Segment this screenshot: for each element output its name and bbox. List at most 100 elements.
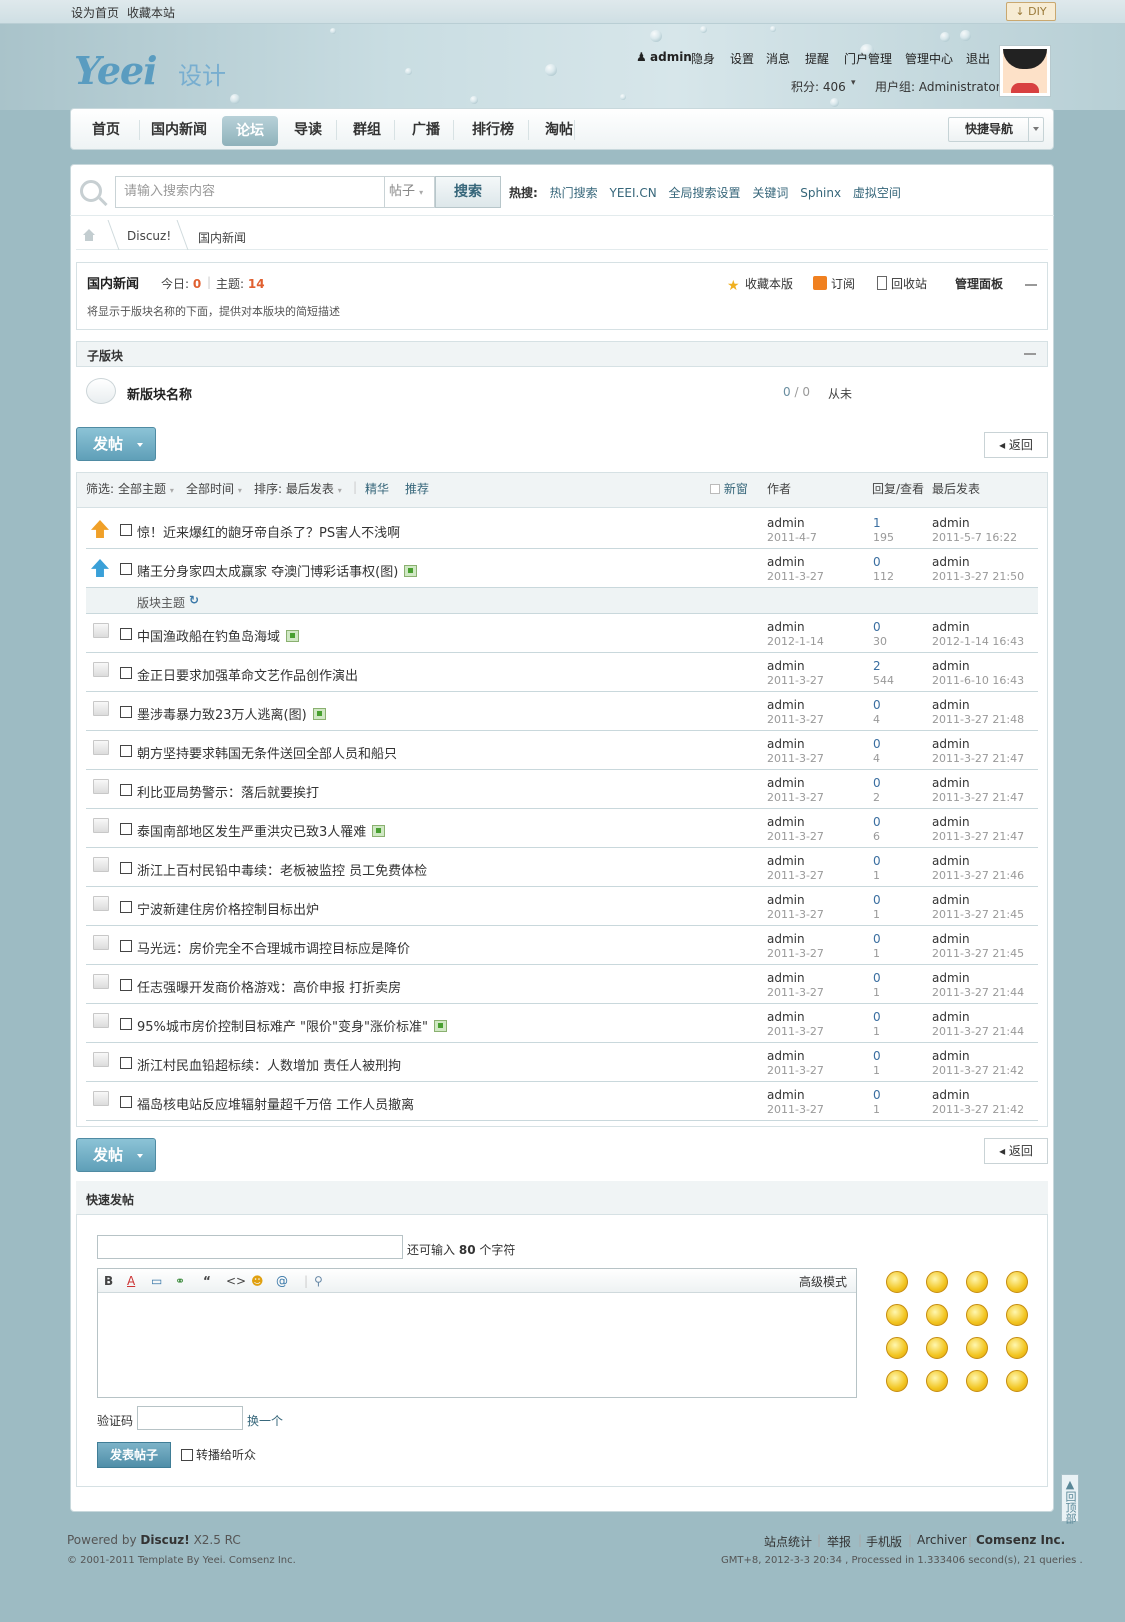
last-post-user[interactable]: admin [932, 971, 970, 985]
recycle-bin-button[interactable]: 回收站 [877, 275, 927, 292]
menu-notifications[interactable]: 提醒 [805, 50, 829, 67]
thread-author[interactable]: admin [767, 620, 805, 634]
nav-domestic-news[interactable]: 国内新闻 [131, 110, 227, 150]
thread-title[interactable]: 赌王分身家四太成赢家 夺澳门博彩话事权(图) [137, 561, 418, 580]
smiley-icon[interactable] [886, 1370, 908, 1392]
thread-author[interactable]: admin [767, 1088, 805, 1102]
footer-stats-link[interactable]: 站点统计 [764, 1533, 812, 1550]
last-post-user[interactable]: admin [932, 1088, 970, 1102]
breadcrumb-forum[interactable]: 国内新闻 [198, 229, 246, 246]
last-post-user[interactable]: admin [932, 893, 970, 907]
hot-link[interactable]: YEEI.CN [609, 186, 656, 200]
avatar[interactable] [999, 45, 1051, 97]
new-post-button-bottom[interactable]: 发帖 [76, 1138, 156, 1172]
reply-count[interactable]: 0 [873, 815, 881, 829]
chevron-down-icon[interactable]: ▾ [851, 78, 856, 88]
collapse-icon[interactable] [1025, 284, 1037, 286]
smiley-icon[interactable] [886, 1271, 908, 1293]
smiley-icon[interactable] [966, 1337, 988, 1359]
last-post-user[interactable]: admin [932, 659, 970, 673]
attachment-icon[interactable]: ⚲ [314, 1274, 323, 1288]
last-post-date[interactable]: 2011-3-27 21:45 [932, 908, 1024, 921]
search-button[interactable]: 搜索 [435, 176, 501, 208]
thread-checkbox[interactable] [120, 1018, 132, 1030]
last-post-date[interactable]: 2011-3-27 21:47 [932, 791, 1024, 804]
reply-count[interactable]: 0 [873, 620, 881, 634]
smiley-icon[interactable] [1006, 1304, 1028, 1326]
nav-collections[interactable]: 淘帖 [525, 110, 593, 150]
product-link[interactable]: Discuz! [140, 1533, 189, 1547]
thread-author[interactable]: admin [767, 932, 805, 946]
thread-checkbox[interactable] [120, 784, 132, 796]
thread-author[interactable]: admin [767, 555, 805, 569]
filter-all-topics[interactable]: 全部主题 ▾ [118, 480, 174, 497]
last-post-date[interactable]: 2011-3-27 21:44 [932, 986, 1024, 999]
thread-checkbox[interactable] [120, 1057, 132, 1069]
thread-title[interactable]: 利比亚局势警示：落后就要挨打 [137, 782, 319, 801]
footer-report-link[interactable]: 举报 [827, 1533, 851, 1550]
thread-checkbox[interactable] [120, 524, 132, 536]
subscribe-button[interactable]: 订阅 [813, 275, 855, 292]
smiley-icon[interactable] [1006, 1370, 1028, 1392]
admin-panel-button[interactable]: 管理面板 [955, 275, 1003, 292]
menu-settings[interactable]: 设置 [730, 50, 754, 67]
quote-icon[interactable]: “ [203, 1274, 211, 1288]
footer-mobile-link[interactable]: 手机版 [866, 1533, 902, 1550]
smiley-icon[interactable] [886, 1337, 908, 1359]
site-logo[interactable]: Yeei [74, 48, 158, 93]
font-color-icon[interactable]: A [127, 1274, 135, 1288]
smiley-icon[interactable] [926, 1271, 948, 1293]
thread-checkbox[interactable] [120, 667, 132, 679]
last-post-date[interactable]: 2011-3-27 21:45 [932, 947, 1024, 960]
menu-messages[interactable]: 消息 [766, 50, 790, 67]
thread-title[interactable]: 福岛核电站反应堆辐射量超千万倍 工作人员撤离 [137, 1094, 414, 1113]
thread-title[interactable]: 金正日要求加强革命文艺作品创作演出 [137, 665, 358, 684]
last-post-user[interactable]: admin [932, 1049, 970, 1063]
reply-count[interactable]: 0 [873, 932, 881, 946]
thread-author[interactable]: admin [767, 737, 805, 751]
smiley-icon[interactable] [966, 1271, 988, 1293]
advanced-mode-link[interactable]: 高级模式 [799, 1273, 847, 1290]
thread-author[interactable]: admin [767, 1049, 805, 1063]
last-post-user[interactable]: admin [932, 620, 970, 634]
smiley-icon[interactable] [966, 1304, 988, 1326]
new-window-checkbox[interactable] [710, 484, 720, 494]
thread-author[interactable]: admin [767, 854, 805, 868]
reply-count[interactable]: 0 [873, 737, 881, 751]
nav-home[interactable]: 首页 [72, 110, 140, 150]
favorite-site-link[interactable]: 收藏本站 [127, 4, 175, 21]
footer-comsenz-link[interactable]: Comsenz Inc. [976, 1533, 1065, 1547]
captcha-input[interactable] [137, 1406, 243, 1430]
back-to-top-button[interactable]: ▲ 回顶部 [1061, 1474, 1079, 1524]
submit-post-button[interactable]: 发表帖子 [97, 1442, 171, 1468]
thread-title[interactable]: 惊！近来爆红的龅牙帝自杀了？PS害人不浅啊 [137, 522, 400, 541]
set-homepage-link[interactable]: 设为首页 [71, 4, 119, 21]
diy-button[interactable]: ↓ DIY [1006, 2, 1056, 21]
last-post-date[interactable]: 2011-3-27 21:46 [932, 869, 1024, 882]
last-post-user[interactable]: admin [932, 516, 970, 530]
digest-filter[interactable]: 精华 [365, 480, 389, 497]
hot-link[interactable]: 热门搜索 [550, 186, 598, 200]
menu-logout[interactable]: 退出 [966, 50, 990, 67]
nav-broadcast[interactable]: 广播 [392, 110, 460, 150]
thread-title[interactable]: 任志强曝开发商价格游戏：高价申报 打折卖房 [137, 977, 401, 996]
thread-checkbox[interactable] [120, 1096, 132, 1108]
collapse-icon[interactable] [1024, 353, 1036, 355]
thread-checkbox[interactable] [120, 862, 132, 874]
smiley-icon[interactable] [966, 1370, 988, 1392]
last-post-date[interactable]: 2011-5-7 16:22 [932, 531, 1017, 544]
favorite-forum-button[interactable]: ★ 收藏本版 [727, 275, 793, 294]
thread-title[interactable]: 马光远：房价完全不合理城市调控目标应是降价 [137, 938, 410, 957]
subforum-name[interactable]: 新版块名称 [127, 384, 192, 403]
thread-checkbox[interactable] [120, 628, 132, 640]
nav-forum[interactable]: 论坛 [222, 116, 278, 146]
search-input[interactable]: 请输入搜索内容 [115, 176, 385, 208]
reply-count[interactable]: 1 [873, 516, 881, 530]
smiley-icon[interactable] [1006, 1271, 1028, 1293]
last-post-user[interactable]: admin [932, 815, 970, 829]
back-button-bottom[interactable]: ◂ 返回 [984, 1138, 1048, 1164]
hot-link[interactable]: 虚拟空间 [853, 186, 901, 200]
thread-author[interactable]: admin [767, 659, 805, 673]
footer-archiver-link[interactable]: Archiver [917, 1533, 967, 1547]
reply-count[interactable]: 0 [873, 555, 881, 569]
